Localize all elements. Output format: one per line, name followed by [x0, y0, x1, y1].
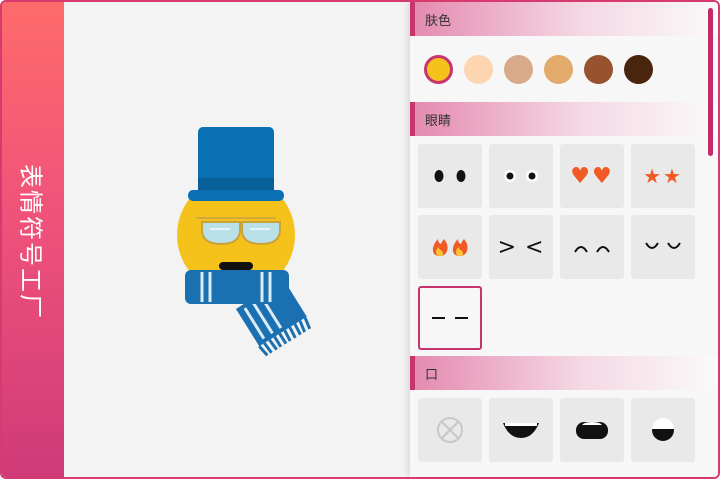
- closed-eyes-icon: [645, 242, 681, 249]
- skin-color-options: [410, 36, 718, 102]
- wide-grin-mouth-icon: [503, 423, 539, 438]
- mouth-option-none[interactable]: [418, 398, 482, 462]
- eye-option-star[interactable]: ★★: [631, 144, 695, 208]
- top-hat: [188, 127, 284, 201]
- emoji-preview-canvas: [64, 2, 410, 477]
- skin-swatch-4[interactable]: [544, 54, 573, 84]
- eyes-section-label: 眼睛: [425, 113, 452, 129]
- sidebar: 表情符号工厂: [2, 2, 64, 477]
- eye-option-closed[interactable]: [631, 215, 695, 279]
- emoji-preview: [177, 127, 312, 357]
- squint-eyes-icon: > <: [497, 234, 545, 260]
- skin-section-label: 肤色: [425, 13, 452, 29]
- eye-option-dot[interactable]: [418, 144, 482, 208]
- dash-eyes-icon: [432, 317, 468, 319]
- panel-scrollbar[interactable]: [708, 8, 713, 156]
- options-panel[interactable]: 肤色 眼睛 ♥♥ ★★ > < 口: [410, 2, 718, 477]
- eye-option-dash[interactable]: [418, 286, 482, 350]
- no-mouth-icon: [437, 417, 463, 443]
- fire-eyes-icon: [432, 239, 468, 256]
- mouth-option-open[interactable]: [560, 398, 624, 462]
- mouth-section-header: 口: [410, 356, 718, 390]
- white-eyes-icon: [504, 170, 538, 182]
- app-title: 表情符号工厂: [16, 164, 45, 320]
- eye-option-fire[interactable]: [418, 215, 482, 279]
- skin-swatch-5[interactable]: [584, 54, 613, 84]
- mouth-option-round[interactable]: [631, 398, 695, 462]
- round-mouth-icon: [652, 418, 674, 441]
- skin-swatch-1[interactable]: [424, 54, 453, 84]
- heart-eyes-icon: ♥♥: [570, 163, 614, 189]
- eyes-options: ♥♥ ★★ > <: [410, 136, 718, 350]
- mouth-option-wide-grin[interactable]: [489, 398, 553, 462]
- skin-swatch-2[interactable]: [464, 54, 493, 84]
- eye-option-white[interactable]: [489, 144, 553, 208]
- eye-option-squint[interactable]: > <: [489, 215, 553, 279]
- open-mouth-icon: [576, 422, 608, 439]
- app-window: 表情符号工厂 肤色 眼睛 ♥♥ ★★ > < 口: [0, 0, 720, 479]
- mouth-options: [410, 390, 718, 462]
- eye-option-happy-arc[interactable]: [560, 215, 624, 279]
- mouth-section-label: 口: [425, 367, 439, 383]
- skin-swatch-6[interactable]: [624, 54, 653, 84]
- eyes-section-header: 眼睛: [410, 102, 718, 136]
- skin-section-header: 肤色: [410, 2, 718, 36]
- eye-option-heart[interactable]: ♥♥: [560, 144, 624, 208]
- happy-arc-eyes-icon: [574, 246, 610, 253]
- scarf: [185, 270, 289, 304]
- star-eyes-icon: ★★: [643, 164, 683, 188]
- dot-eyes-icon: [434, 170, 466, 182]
- mouth: [219, 262, 253, 270]
- skin-swatch-3[interactable]: [504, 54, 533, 84]
